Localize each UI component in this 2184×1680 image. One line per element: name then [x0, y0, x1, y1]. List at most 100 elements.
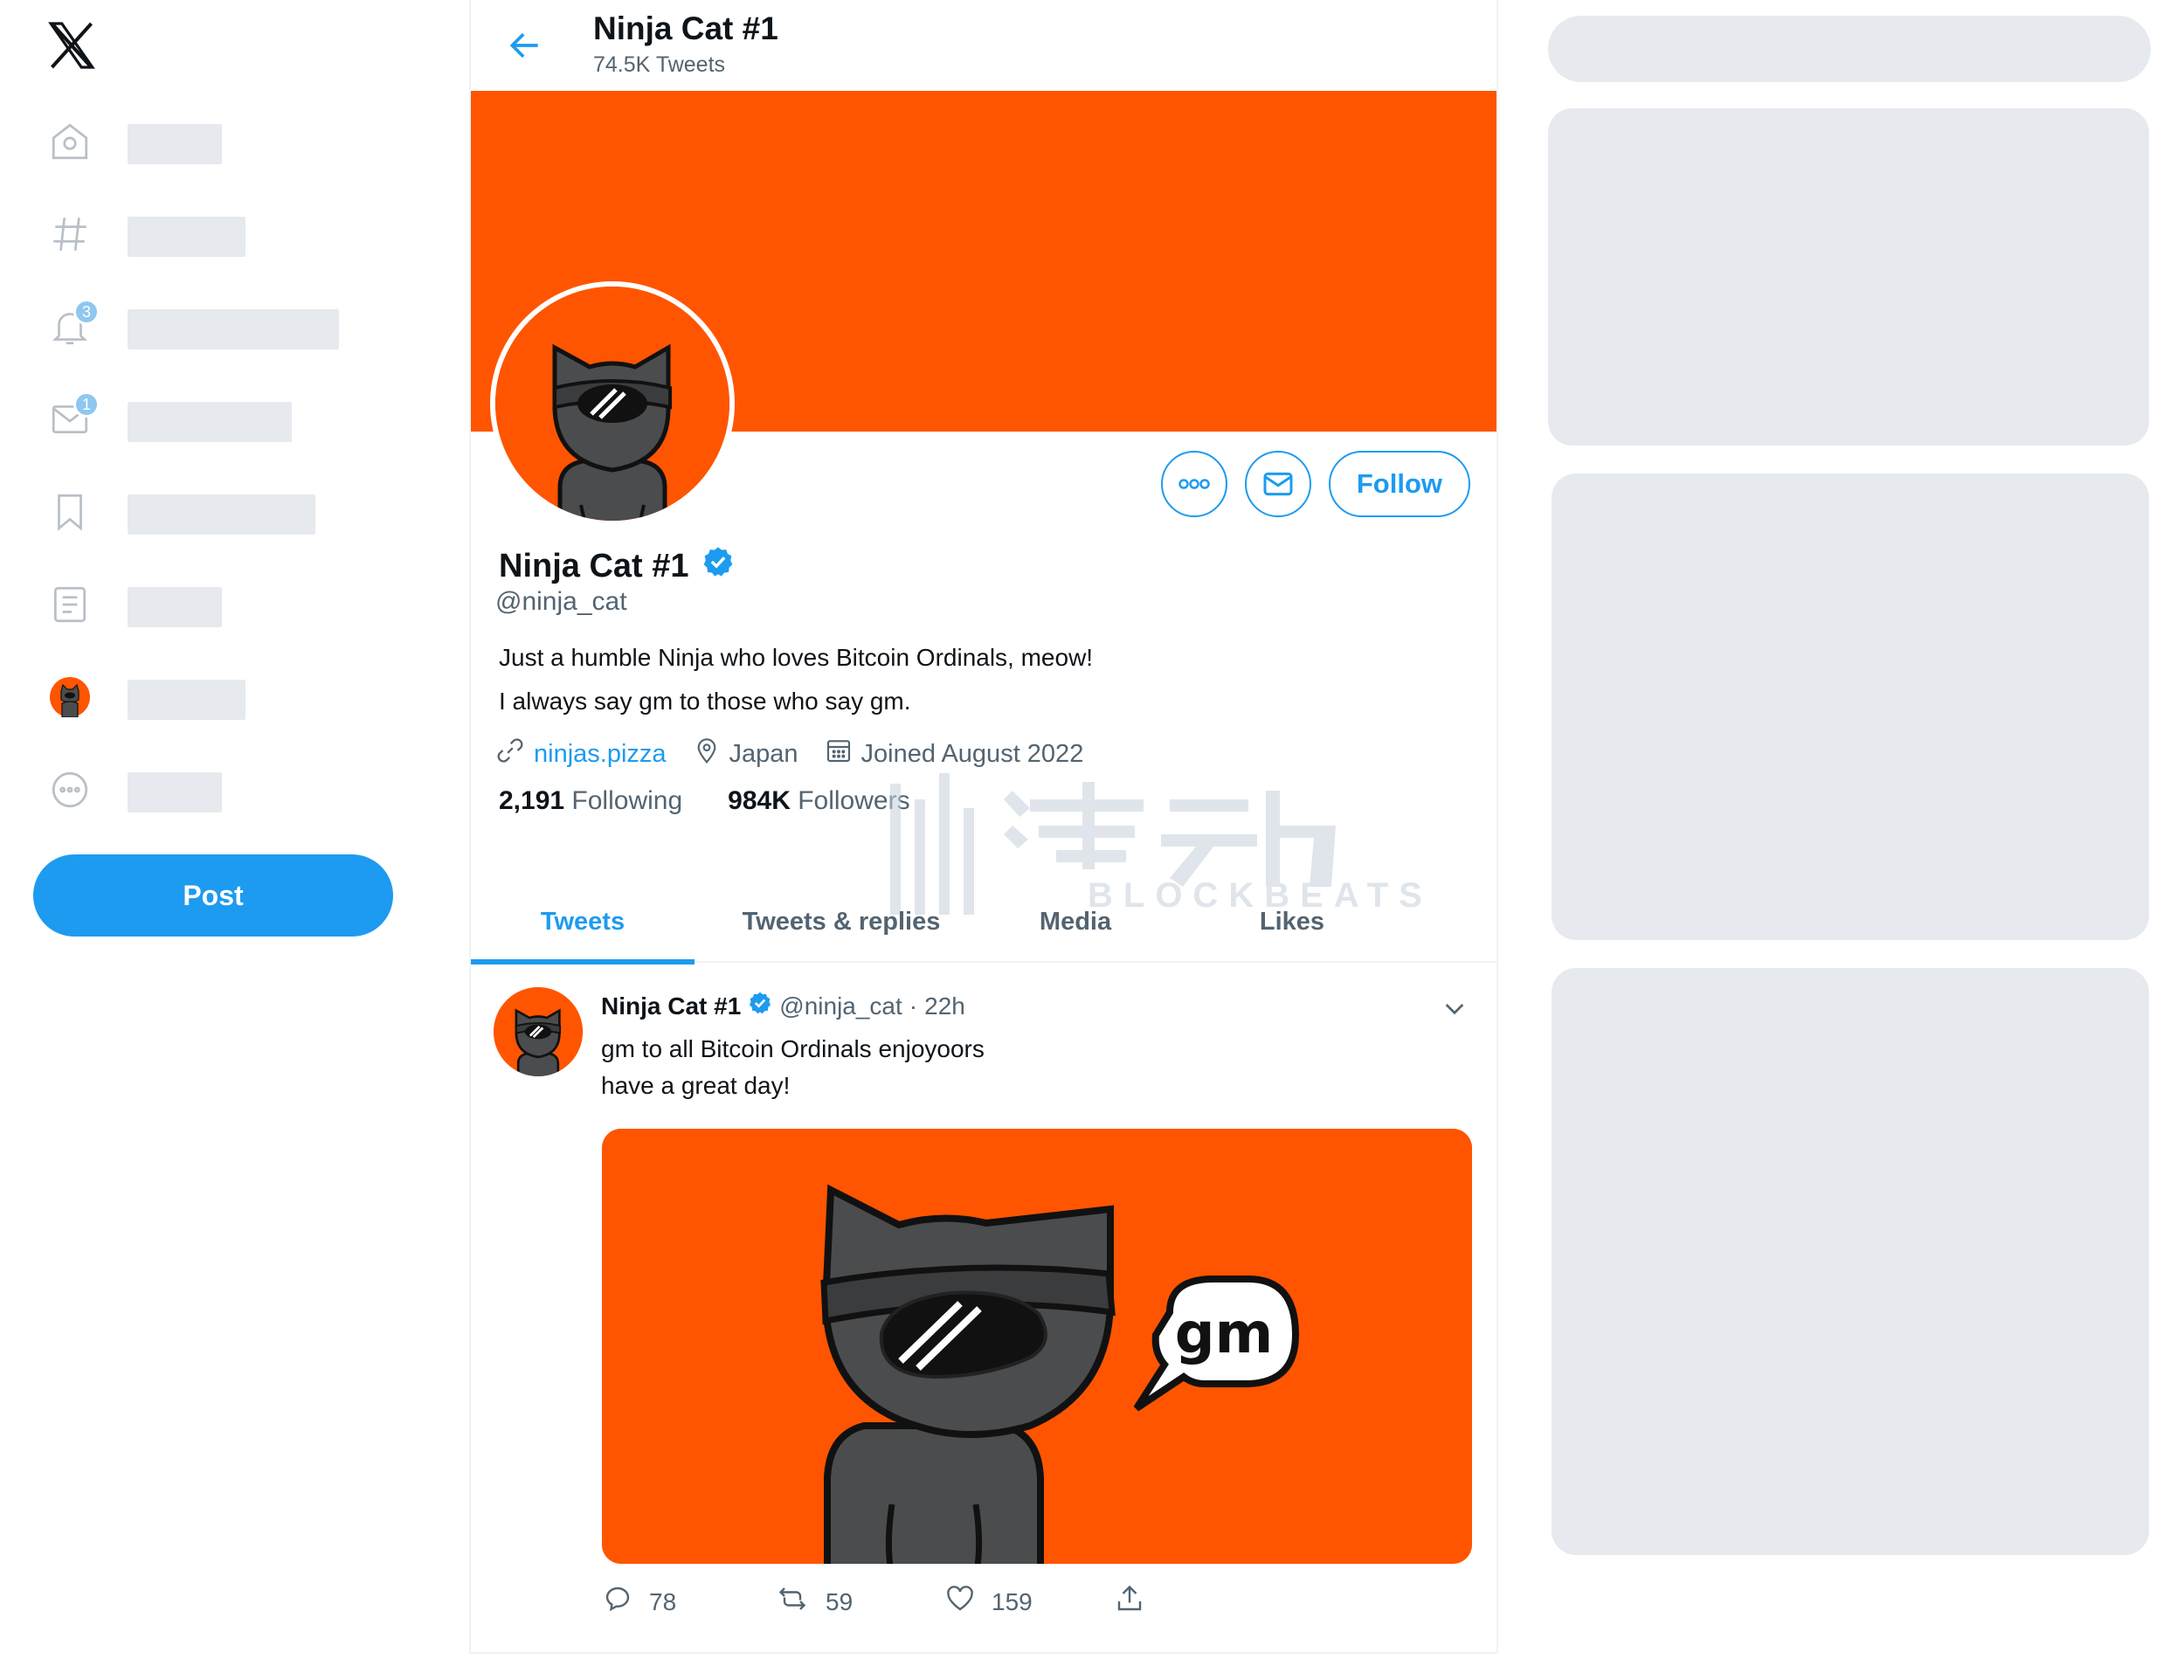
retweet-button[interactable]: 59: [775, 1583, 944, 1621]
retweet-icon: [775, 1583, 810, 1621]
location-item: Japan: [693, 736, 798, 771]
share-button[interactable]: [1114, 1583, 1145, 1621]
like-button[interactable]: 159: [944, 1583, 1114, 1621]
tweet-author-name[interactable]: Ninja Cat #1: [601, 992, 741, 1020]
nav-label-placeholder: [128, 494, 315, 535]
profile-name-row: Ninja Cat #1: [499, 545, 735, 587]
profile-stats: 2,191 Following 984K Followers: [499, 786, 910, 816]
nav-item-home[interactable]: [45, 115, 222, 168]
nav-label-placeholder: [128, 309, 339, 349]
tweet-count: 74.5K Tweets: [593, 52, 726, 77]
verified-badge-icon: [702, 545, 735, 587]
speech-bubble-text: gm: [1175, 1302, 1274, 1366]
website-link[interactable]: ninjas.pizza: [534, 740, 667, 769]
tweet-author-handle[interactable]: @ninja_cat: [779, 992, 902, 1020]
followers-stat[interactable]: 984K Followers: [728, 786, 909, 816]
tab-tweets[interactable]: Tweets: [471, 881, 695, 964]
list-icon: [45, 580, 94, 629]
notification-badge: 3: [73, 299, 100, 325]
bio-line: Just a humble Ninja who loves Bitcoin Or…: [499, 644, 1094, 671]
nav-item-profile[interactable]: [45, 671, 245, 723]
reply-button[interactable]: 78: [602, 1583, 775, 1621]
verified-badge-icon: [748, 991, 772, 1021]
more-options-button[interactable]: [1160, 451, 1227, 517]
following-label: Following: [571, 786, 683, 815]
message-badge: 1: [73, 391, 100, 418]
nav-item-more[interactable]: [45, 764, 222, 816]
joined-text: Joined August 2022: [860, 739, 1084, 768]
bio-line: I always say gm to those who say gm.: [499, 688, 911, 715]
following-stat[interactable]: 2,191 Following: [499, 786, 682, 816]
share-icon: [1114, 1583, 1145, 1621]
message-button[interactable]: [1244, 451, 1311, 517]
profile-header-bar: Ninja Cat #1 74.5K Tweets: [471, 0, 1496, 91]
heart-icon: [944, 1583, 976, 1621]
search-placeholder[interactable]: [1548, 16, 2151, 82]
nav-item-explore[interactable]: [45, 208, 245, 260]
tweet-separator: ·: [909, 992, 918, 1020]
page-title: Ninja Cat #1: [593, 10, 778, 46]
followers-count: 984K: [728, 786, 791, 815]
nav-item-notifications[interactable]: 3: [45, 299, 339, 353]
hashtag-icon: [45, 210, 94, 259]
nav-label-placeholder: [128, 587, 222, 627]
home-icon: [45, 117, 94, 166]
tab-media[interactable]: Media: [988, 881, 1163, 963]
envelope-icon: 1: [45, 391, 100, 444]
following-count: 2,191: [499, 786, 565, 815]
profile-avatar[interactable]: [490, 281, 735, 526]
tweet-actions: 78 59 159: [602, 1583, 1145, 1621]
ellipsis-icon: [1178, 479, 1210, 489]
tweet-image[interactable]: gm: [602, 1129, 1472, 1564]
calendar-icon: [825, 736, 853, 771]
like-count: 159: [992, 1587, 1033, 1615]
location-text: Japan: [729, 739, 798, 768]
location-pin-icon: [693, 736, 721, 771]
follow-button[interactable]: Follow: [1328, 451, 1470, 517]
tweet[interactable]: Ninja Cat #1 @ninja_cat · 22h gm to all …: [471, 964, 1496, 1646]
tab-likes[interactable]: Likes: [1163, 881, 1421, 963]
nav-label-placeholder: [128, 680, 245, 720]
profile-name: Ninja Cat #1: [499, 547, 689, 584]
sidebar-card-placeholder: [1548, 108, 2149, 446]
profile-column: Ninja Cat #1 74.5K Tweets Follow Ninja C…: [469, 0, 1498, 1654]
bookmark-icon: [45, 487, 94, 536]
tweet-avatar[interactable]: [494, 987, 583, 1076]
link-icon: [495, 736, 525, 772]
post-button[interactable]: Post: [33, 854, 393, 937]
retweet-count: 59: [826, 1587, 854, 1615]
profile-meta: ninjas.pizza Japan Joined August 2022: [495, 736, 1083, 772]
tweet-time[interactable]: 22h: [924, 992, 965, 1020]
reply-count: 78: [649, 1587, 677, 1615]
joined-item: Joined August 2022: [825, 736, 1084, 771]
nav-item-bookmarks[interactable]: [45, 486, 315, 538]
followers-label: Followers: [798, 786, 910, 815]
tweet-header: Ninja Cat #1 @ninja_cat · 22h: [601, 991, 965, 1021]
nav-label-placeholder: [128, 772, 222, 812]
nav-item-messages[interactable]: 1: [45, 391, 292, 446]
website-item: ninjas.pizza: [495, 736, 667, 772]
tweet-line: gm to all Bitcoin Ordinals enjoyoors: [601, 1035, 985, 1062]
reply-icon: [602, 1583, 633, 1621]
sidebar-card-placeholder: [1552, 474, 2149, 940]
sidebar-card-placeholder: [1552, 968, 2149, 1555]
nav-label-placeholder: [128, 124, 222, 164]
profile-handle: @ninja_cat: [495, 587, 627, 616]
nav-label-placeholder: [128, 217, 245, 257]
back-arrow-icon[interactable]: [506, 26, 544, 65]
nav-item-lists[interactable]: [45, 578, 222, 631]
nav-label-placeholder: [128, 402, 292, 442]
tab-tweets-replies[interactable]: Tweets & replies: [695, 881, 988, 963]
profile-avatar-icon: [45, 673, 94, 722]
tweet-line: have a great day!: [601, 1072, 791, 1099]
x-logo-icon[interactable]: [45, 19, 98, 72]
profile-actions: Follow: [1160, 451, 1470, 517]
chevron-down-icon[interactable]: [1441, 994, 1469, 1022]
left-navigation: 3 1 Post: [0, 0, 472, 1680]
tweet-text: gm to all Bitcoin Ordinals enjoyoors hav…: [601, 1031, 985, 1104]
profile-bio: Just a humble Ninja who loves Bitcoin Or…: [499, 636, 1093, 723]
profile-tabs: Tweets Tweets & replies Media Likes: [471, 881, 1496, 964]
envelope-icon: [1263, 472, 1293, 496]
more-circle-icon: [45, 765, 94, 814]
bell-icon: 3: [45, 299, 100, 351]
